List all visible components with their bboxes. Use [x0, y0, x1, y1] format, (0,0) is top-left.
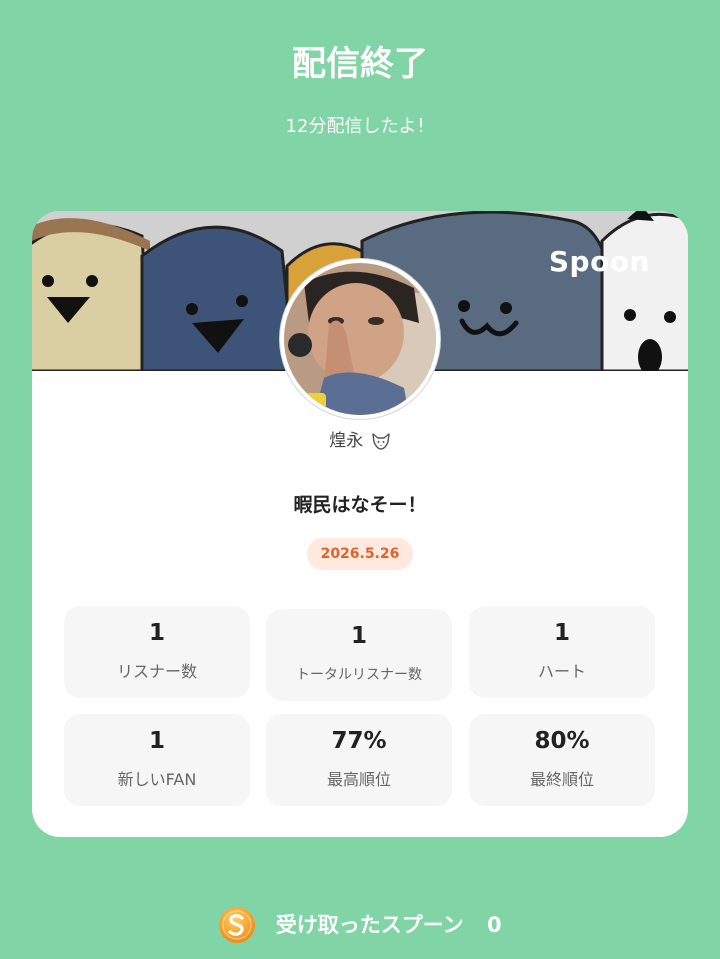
stat-hearts: 1 ハート: [469, 606, 655, 698]
stat-value: 80%: [534, 728, 590, 754]
summary-card: Spoon 煌永 暇民はなそー！ 2026.5.26 1 リスナー数 1 トータ…: [32, 211, 688, 837]
stat-value: 77%: [331, 728, 387, 754]
stat-final-rank: 80% 最終順位: [469, 714, 655, 806]
stat-label: ハート: [537, 662, 586, 681]
spoon-logo: Spoon: [548, 245, 650, 278]
stream-title: 暇民はなそー！: [293, 494, 427, 516]
fox-face-icon: [372, 433, 390, 450]
username-row: 煌永: [32, 428, 688, 454]
stat-value: 1: [350, 623, 367, 649]
avatar-photo: [284, 263, 436, 415]
page-title: 配信終了: [292, 44, 428, 84]
stat-total-listeners: 1 トータルリスナー数: [266, 609, 452, 701]
stat-value: 1: [148, 620, 165, 646]
username: 煌永: [329, 431, 364, 451]
received-spoons: 受け取ったスプーン 0: [0, 904, 720, 944]
stat-value: 1: [553, 620, 570, 646]
stat-label: リスナー数: [116, 662, 197, 681]
broadcast-duration: 12分配信したよ！: [285, 116, 435, 137]
stat-label: 最終順位: [529, 770, 594, 789]
stat-highest-rank: 77% 最高順位: [266, 714, 452, 806]
received-spoons-count: 0: [486, 913, 502, 937]
stat-label: 新しいFAN: [117, 770, 197, 789]
spoon-coin-icon: [219, 907, 256, 943]
stat-label: トータルリスナー数: [296, 667, 422, 683]
stat-listeners: 1 リスナー数: [64, 606, 250, 698]
avatar[interactable]: [280, 259, 440, 419]
stat-label: 最高順位: [326, 770, 391, 789]
date-badge: 2026.5.26: [307, 538, 413, 570]
stat-new-fans: 1 新しいFAN: [64, 714, 250, 806]
received-spoons-label: 受け取ったスプーン: [275, 913, 464, 937]
stat-value: 1: [148, 728, 165, 754]
